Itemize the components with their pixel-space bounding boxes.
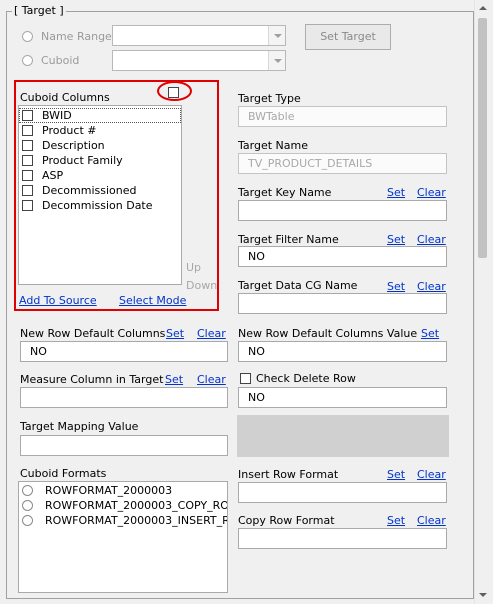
target-name-label: Target Name bbox=[238, 139, 308, 152]
chevron-down-icon[interactable] bbox=[268, 26, 285, 45]
new-row-default-columns-field[interactable]: NO bbox=[20, 341, 228, 362]
new-row-default-set-link[interactable]: Set bbox=[166, 327, 184, 340]
copy-row-format-set-link[interactable]: Set bbox=[387, 514, 405, 527]
insert-row-format-set-link[interactable]: Set bbox=[387, 468, 405, 481]
measure-column-clear-link[interactable]: Clear bbox=[197, 373, 226, 386]
target-name-field: TV_PRODUCT_DETAILS bbox=[238, 153, 447, 174]
target-filter-set-link[interactable]: Set bbox=[387, 233, 405, 246]
target-key-name-field[interactable] bbox=[238, 200, 447, 221]
list-item-radio[interactable] bbox=[22, 515, 33, 526]
set-target-button[interactable]: Set Target bbox=[305, 24, 391, 50]
target-type-label: Target Type bbox=[238, 92, 301, 105]
list-item-radio[interactable] bbox=[22, 500, 33, 511]
highlight-box bbox=[14, 80, 219, 311]
measure-column-set-link[interactable]: Set bbox=[165, 373, 183, 386]
copy-row-format-clear-link[interactable]: Clear bbox=[417, 514, 446, 527]
highlight-ellipse bbox=[157, 81, 192, 101]
check-delete-row-checkbox[interactable] bbox=[240, 373, 251, 384]
target-data-cg-set-link[interactable]: Set bbox=[387, 280, 405, 293]
group-title: [ Target ] bbox=[12, 4, 66, 17]
check-delete-row-field[interactable]: NO bbox=[238, 387, 447, 408]
target-filter-clear-link[interactable]: Clear bbox=[417, 233, 446, 246]
cuboid-formats-list[interactable]: ROWFORMAT_2000003 ROWFORMAT_2000003_COPY… bbox=[18, 481, 228, 593]
insert-row-format-clear-link[interactable]: Clear bbox=[417, 468, 446, 481]
disabled-panel bbox=[237, 415, 449, 457]
check-delete-row-label: Check Delete Row bbox=[256, 372, 356, 385]
measure-column-field[interactable] bbox=[20, 387, 228, 408]
new-row-default-columns-value-label: New Row Default Columns Value bbox=[238, 327, 418, 340]
new-row-default-columns-label: New Row Default Columns bbox=[20, 327, 166, 340]
target-type-field: BWTable bbox=[238, 106, 447, 127]
target-key-name-label: Target Key Name bbox=[238, 186, 332, 199]
measure-column-label: Measure Column in Target bbox=[20, 373, 164, 386]
scrollbar-thumb[interactable] bbox=[478, 18, 487, 258]
target-data-cg-clear-link[interactable]: Clear bbox=[417, 280, 446, 293]
name-range-label: Name Range bbox=[41, 30, 112, 43]
list-item-radio[interactable] bbox=[22, 485, 33, 496]
copy-row-format-label: Copy Row Format bbox=[238, 514, 335, 527]
vertical-scrollbar[interactable] bbox=[474, 0, 490, 604]
target-data-cg-name-field[interactable] bbox=[238, 293, 447, 314]
cuboid-combo[interactable] bbox=[112, 50, 286, 71]
target-mapping-value-label: Target Mapping Value bbox=[20, 420, 139, 433]
insert-row-format-field[interactable] bbox=[238, 482, 447, 503]
target-key-clear-link[interactable]: Clear bbox=[417, 186, 446, 199]
scroll-up-arrow-icon[interactable] bbox=[475, 0, 490, 17]
new-row-default-columns-value-field[interactable]: NO bbox=[238, 341, 447, 362]
new-row-default-clear-link[interactable]: Clear bbox=[197, 327, 226, 340]
target-mapping-value-field[interactable] bbox=[20, 435, 228, 456]
new-row-default-value-set-link[interactable]: Set bbox=[421, 327, 439, 340]
scroll-down-arrow-icon[interactable] bbox=[475, 587, 490, 604]
target-key-set-link[interactable]: Set bbox=[387, 186, 405, 199]
cuboid-label: Cuboid bbox=[41, 54, 80, 67]
copy-row-format-field[interactable] bbox=[238, 528, 447, 549]
target-filter-name-label: Target Filter Name bbox=[238, 233, 339, 246]
chevron-down-icon[interactable] bbox=[268, 51, 285, 70]
name-range-radio[interactable] bbox=[22, 31, 33, 42]
target-filter-name-field[interactable]: NO bbox=[238, 246, 447, 267]
cuboid-formats-label: Cuboid Formats bbox=[20, 467, 107, 480]
insert-row-format-label: Insert Row Format bbox=[238, 468, 339, 481]
cuboid-radio[interactable] bbox=[22, 55, 33, 66]
target-data-cg-name-label: Target Data CG Name bbox=[238, 279, 358, 292]
name-range-combo[interactable] bbox=[112, 25, 286, 46]
